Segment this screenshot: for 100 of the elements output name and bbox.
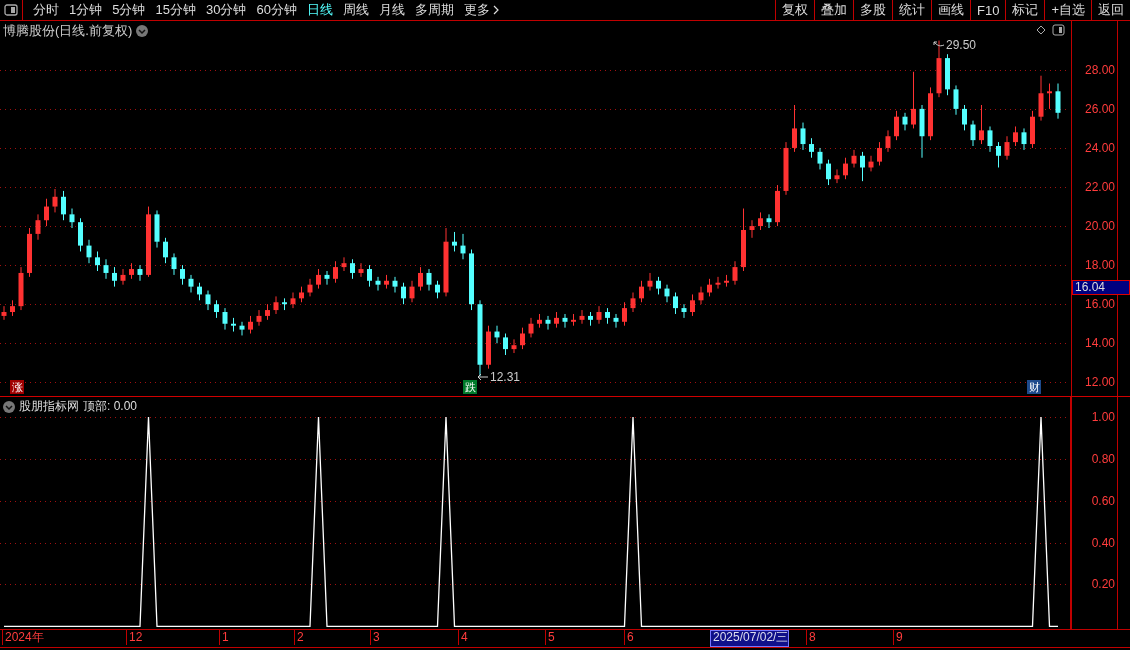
candle	[1021, 127, 1027, 151]
candle	[622, 301, 627, 327]
candle	[282, 297, 287, 311]
toolbar-button[interactable]: 返回	[1091, 0, 1130, 20]
period-tab[interactable]: 周线	[337, 0, 374, 20]
candle	[605, 307, 610, 325]
high-price-label: 29.50	[946, 38, 977, 52]
candle	[180, 264, 185, 286]
indicator-readout: 顶部: 0.00	[83, 398, 138, 415]
toolbar-button[interactable]: 叠加	[814, 0, 853, 20]
candle	[409, 280, 415, 303]
candle	[231, 317, 236, 333]
time-axis-label: 3	[370, 630, 380, 645]
candle	[537, 313, 542, 329]
panel-toggle-icon[interactable]	[4, 4, 18, 16]
candle	[868, 155, 874, 172]
axis-tick-label: 22.00	[1084, 179, 1115, 195]
axis-tick-label: 14.00	[1084, 335, 1115, 352]
toolbar-button[interactable]: 多股	[853, 0, 892, 20]
candle	[401, 282, 406, 305]
time-axis-label: 5	[545, 630, 555, 645]
candle	[1004, 135, 1010, 161]
candle	[656, 276, 661, 295]
toolbar-button[interactable]: 复权	[775, 0, 814, 20]
candle	[1038, 75, 1044, 122]
event-marker[interactable]: 财	[1027, 380, 1041, 394]
candle	[10, 299, 15, 317]
candle	[367, 264, 372, 288]
time-axis-label: 2	[294, 630, 304, 645]
period-tab[interactable]: 1分钟	[64, 0, 108, 20]
candle	[647, 272, 653, 292]
candle	[375, 276, 381, 292]
candle	[358, 262, 364, 278]
candle	[290, 292, 296, 309]
time-axis-label: 6	[624, 630, 634, 645]
candle	[163, 237, 168, 264]
toolbar-button[interactable]: 画线	[931, 0, 970, 20]
candle	[350, 258, 355, 280]
candle	[1055, 83, 1061, 120]
period-tab[interactable]: 分时	[28, 0, 64, 20]
candle	[860, 151, 865, 182]
expand-icon[interactable]	[3, 400, 15, 413]
event-marker[interactable]: 涨	[10, 380, 24, 394]
toolbar-button[interactable]: F10	[970, 0, 1006, 20]
candle	[902, 112, 908, 131]
period-tab[interactable]: 60分钟	[251, 0, 302, 20]
candle	[613, 313, 619, 329]
toolbar-button[interactable]: 统计	[892, 0, 931, 20]
candle	[316, 268, 321, 290]
candle	[120, 268, 126, 286]
candle	[919, 104, 925, 159]
period-tab[interactable]: 更多	[458, 0, 504, 20]
expand-icon[interactable]	[136, 25, 149, 37]
candle	[996, 141, 1001, 168]
toolbar-button[interactable]: +自选	[1044, 0, 1091, 20]
candle	[460, 233, 466, 260]
period-tab[interactable]: 5分钟	[107, 0, 151, 20]
low-price-label: 12.31	[490, 370, 521, 384]
diamond-icon[interactable]	[1036, 25, 1046, 35]
candle	[783, 141, 789, 196]
candle	[775, 184, 780, 227]
period-tab[interactable]: 30分钟	[200, 0, 252, 20]
time-axis-label: 2025/07/02/三	[710, 630, 790, 647]
chart-title: 博腾股份(日线.前复权)	[3, 22, 133, 40]
period-tab[interactable]: 15分钟	[150, 0, 201, 20]
candle	[826, 159, 831, 186]
candle	[596, 305, 602, 325]
candle	[970, 120, 976, 147]
axis-tick-label: 28.00	[1084, 61, 1115, 78]
candle	[936, 40, 942, 98]
period-tab[interactable]: 多周期	[409, 0, 459, 20]
toolbar-button[interactable]: 标记	[1005, 0, 1045, 20]
candle	[273, 295, 279, 315]
axis-tick-label: 0.60	[1091, 492, 1115, 509]
candle	[129, 262, 134, 280]
candle	[681, 303, 687, 319]
candle	[843, 157, 848, 180]
axis-tick-label: 1.00	[1091, 409, 1115, 425]
axis-tick-label: 20.00	[1084, 218, 1115, 235]
event-marker[interactable]: 跌	[463, 380, 477, 394]
candle	[749, 219, 755, 239]
panel-toggle-icon[interactable]	[1052, 24, 1065, 36]
time-axis-label: 2024年	[2, 630, 44, 645]
period-tab[interactable]: 月线	[373, 0, 410, 20]
candle	[817, 147, 823, 170]
candle	[945, 53, 950, 96]
period-tab[interactable]: 日线	[301, 0, 338, 20]
candle	[222, 307, 228, 331]
time-axis-label: 8	[806, 630, 816, 645]
candle	[511, 338, 517, 354]
candle	[452, 231, 457, 252]
candle	[86, 239, 92, 264]
candle	[35, 213, 41, 241]
candle	[503, 333, 508, 356]
time-axis-label: 9	[893, 630, 903, 645]
candle	[885, 129, 891, 153]
candle	[1030, 110, 1035, 149]
candle	[197, 282, 202, 301]
candle	[341, 256, 347, 272]
candle	[1, 305, 7, 321]
